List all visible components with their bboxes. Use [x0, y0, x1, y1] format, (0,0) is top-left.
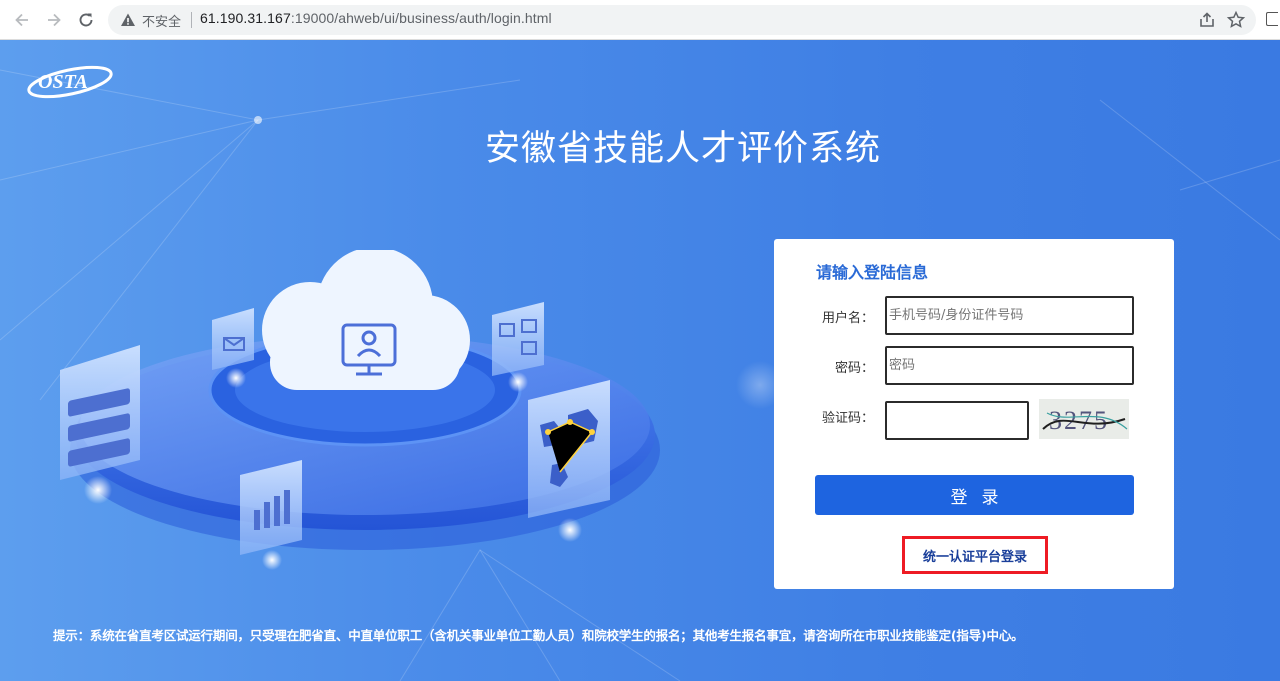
username-label: 用户名： — [821, 311, 874, 326]
unified-login-highlight: 统一认证平台登录 — [902, 536, 1048, 574]
divider — [191, 12, 192, 28]
notice-text: 提示：系统在省直考区试运行期间，只受理在肥省直、中直单位职工（含机关事业单位工勤… — [53, 628, 1024, 643]
password-label: 密码： — [834, 361, 874, 376]
login-heading: 请输入登陆信息 — [816, 263, 929, 282]
security-status[interactable]: 不安全 — [142, 11, 181, 30]
captcha-image[interactable]: 3275 — [1039, 399, 1129, 439]
login-card: 请输入登陆信息 用户名： 密码： 验证码： 3275 登录 统一认证平台登录 — [774, 239, 1174, 589]
unified-auth-login-link[interactable]: 统一认证平台登录 — [923, 546, 1027, 565]
cloud-platform-illustration — [60, 250, 660, 570]
forward-arrow-icon[interactable] — [42, 8, 66, 32]
sidebar-icon[interactable] — [1266, 12, 1278, 26]
url-path: :19000/ahweb/ui/business/auth/login.html — [290, 10, 552, 26]
share-icon[interactable] — [1198, 11, 1216, 29]
star-icon[interactable] — [1226, 10, 1246, 30]
reload-icon[interactable] — [74, 8, 98, 32]
login-page: OSTA 安徽省技能人才评价系统 请输入登陆信息 用户名： 手机号码/身份证件号… — [0, 40, 1280, 681]
address-bar[interactable]: 不安全 61.190.31.167:19000/ahweb/ui/busines… — [108, 5, 1256, 35]
captcha-input[interactable] — [885, 401, 1029, 440]
svg-text:OSTA: OSTA — [38, 71, 88, 93]
page-title: 安徽省技能人才评价系统 — [484, 129, 881, 169]
url-host: 61.190.31.167 — [200, 10, 291, 26]
username-input[interactable] — [885, 296, 1134, 335]
password-input[interactable] — [885, 346, 1134, 385]
browser-toolbar: 不安全 61.190.31.167:19000/ahweb/ui/busines… — [0, 0, 1280, 40]
login-button[interactable]: 登录 — [815, 475, 1134, 515]
back-arrow-icon[interactable] — [10, 8, 34, 32]
warning-icon[interactable] — [120, 12, 136, 28]
osta-logo: OSTA — [27, 65, 113, 99]
captcha-label: 验证码： — [821, 411, 874, 426]
url-text[interactable]: 61.190.31.167:19000/ahweb/ui/business/au… — [200, 10, 552, 26]
